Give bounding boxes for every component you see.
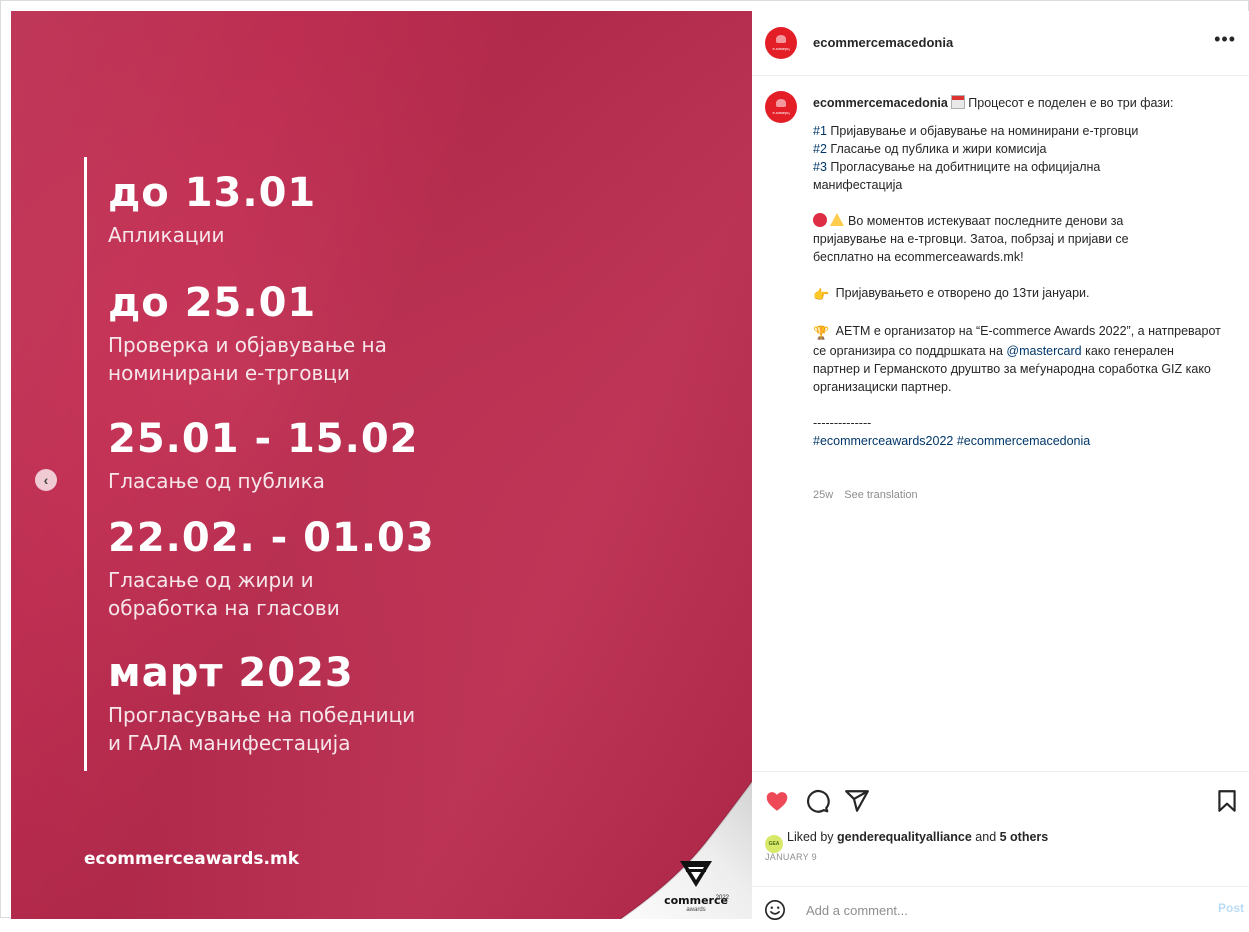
post-comment-button[interactable]: Post	[1218, 901, 1244, 915]
previous-slide-button[interactable]: ‹	[35, 469, 57, 491]
share-icon[interactable]	[844, 788, 870, 814]
likes-summary: GEA Liked by genderequalityalliance and 5…	[765, 830, 1048, 853]
calendar-icon	[951, 95, 966, 109]
warning-icon	[830, 213, 844, 226]
phase-2: до 25.01 Проверка и објавување на номини…	[108, 279, 387, 387]
instagram-post: до 13.01 Апликации до 25.01 Проверка и о…	[0, 0, 1249, 923]
avatar-text: e-комерц	[772, 110, 790, 115]
open-text: Пријавувањето е отворено до 13ти јануари…	[835, 286, 1090, 300]
post-date[interactable]: JANUARY 9	[765, 852, 817, 862]
pointing-hand-icon: 👉	[813, 287, 830, 302]
trophy-icon: 🏆	[813, 325, 830, 340]
phase-date: 22.02. - 01.03	[108, 515, 435, 561]
liker-username[interactable]: genderequalityalliance	[837, 830, 972, 844]
hashtag-3[interactable]: #3	[813, 160, 827, 174]
post-caption: ecommercemacedonia Процесот е поделен е …	[813, 94, 1233, 450]
bookmark-icon[interactable]	[1214, 788, 1240, 814]
site-url: ecommerceawards.mk	[84, 849, 300, 869]
profile-avatar[interactable]: e-комерц	[765, 27, 797, 59]
phase-date: до 13.01	[108, 170, 317, 216]
phase-desc: Гласање од публика	[108, 469, 325, 493]
avatar-text: e-комерц	[772, 46, 790, 51]
phase-4: 22.02. - 01.03 Гласање од жири и обработ…	[108, 514, 435, 622]
caption-avatar[interactable]: e-комерц	[765, 91, 797, 123]
action-bar: GEA Liked by genderequalityalliance and 5…	[752, 771, 1249, 932]
heart-icon[interactable]	[764, 788, 790, 814]
awards-logo-icon	[680, 861, 712, 887]
others-count-link[interactable]: 5 others	[1000, 830, 1049, 844]
post-age: 25w	[813, 489, 834, 501]
liked-by-prefix: Liked by	[787, 830, 838, 844]
phase-desc: и ГАЛА манифестација	[108, 731, 351, 755]
phase-1: до 13.01 Апликации	[108, 169, 316, 249]
logo-sub: awards	[686, 907, 706, 913]
phase-date: 25.01 - 15.02	[108, 416, 419, 462]
comment-icon[interactable]	[804, 788, 830, 814]
warning-text: Во моментов истекуваат последните денови…	[813, 214, 1129, 264]
red-circle-icon	[813, 213, 827, 227]
phase-date: до 25.01	[108, 280, 317, 326]
phase-desc: Апликации	[108, 223, 225, 247]
timeline-line	[84, 157, 87, 771]
phase-2-text: Гласање од публика и жири комисија	[826, 142, 1047, 156]
phase-desc: обработка на гласови	[108, 596, 340, 620]
liked-by-and: and	[971, 830, 1000, 844]
hashtag-ecommercemacedonia[interactable]: #ecommercemacedonia	[957, 434, 1090, 448]
phase-desc: номинирани е-трговци	[108, 361, 350, 385]
caption-meta: 25w See translation	[813, 489, 918, 501]
phase-5: март 2023 Прогласување на победници и ГА…	[108, 649, 415, 757]
commerce-awards-logo: commerce awards 2022	[651, 859, 741, 919]
post-header: e-комерц ecommercemacedonia •••	[752, 11, 1249, 76]
carousel-dots	[379, 917, 395, 919]
header-username[interactable]: ecommercemacedonia	[813, 35, 953, 50]
mastercard-mention[interactable]: @mastercard	[1006, 344, 1081, 358]
comment-bar: Post	[752, 886, 1249, 931]
post-side-panel: e-комерц ecommercemacedonia ••• e-комерц…	[752, 11, 1249, 923]
see-translation-link[interactable]: See translation	[844, 489, 917, 501]
caption-intro: Процесот е поделен е во три фази:	[968, 96, 1174, 110]
phase-1-text: Пријавување и објавување на номинирани е…	[826, 124, 1139, 138]
phase-desc: Гласање од жири и	[108, 568, 314, 592]
phase-3: 25.01 - 15.02 Гласање од публика	[108, 415, 419, 495]
more-options-button[interactable]: •••	[1214, 29, 1236, 50]
liker-avatar[interactable]: GEA	[765, 835, 783, 853]
phase-desc: Проверка и објавување на	[108, 333, 387, 357]
hashtag-1[interactable]: #1	[813, 124, 827, 138]
hashtag-2[interactable]: #2	[813, 142, 827, 156]
phase-date: март 2023	[108, 650, 354, 696]
phase-desc: Прогласување на победници	[108, 703, 416, 727]
comment-input[interactable]	[804, 897, 1188, 923]
hashtag-ecommerceawards2022[interactable]: #ecommerceawards2022	[813, 434, 953, 448]
caption-author[interactable]: ecommercemacedonia	[813, 96, 948, 110]
caption-divider: --------------	[813, 416, 872, 430]
logo-year: 2022	[715, 895, 729, 901]
post-image[interactable]: до 13.01 Апликации до 25.01 Проверка и о…	[11, 11, 752, 919]
phase-3-text: Прогласување на добитниците на официјалн…	[813, 160, 1101, 192]
